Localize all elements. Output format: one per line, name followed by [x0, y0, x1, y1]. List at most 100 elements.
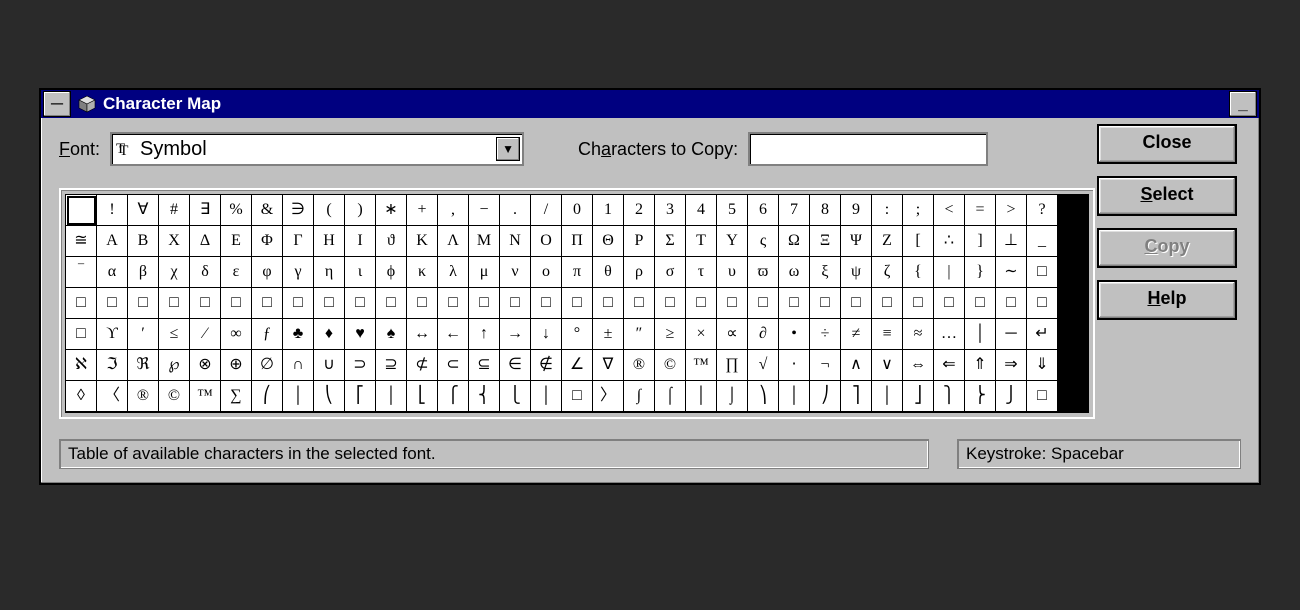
char-cell[interactable]: ⊄	[407, 350, 438, 381]
char-cell[interactable]: ≤	[159, 319, 190, 350]
char-cell[interactable]: □	[872, 288, 903, 319]
char-cell[interactable]: 9	[841, 195, 872, 226]
char-cell[interactable]: ⎤	[841, 381, 872, 412]
char-cell[interactable]: ℵ	[66, 350, 97, 381]
char-cell[interactable]: ∪	[314, 350, 345, 381]
char-cell[interactable]: Ρ	[624, 226, 655, 257]
char-cell[interactable]: |	[934, 257, 965, 288]
char-cell[interactable]: □	[655, 288, 686, 319]
char-cell[interactable]: Ι	[345, 226, 376, 257]
system-menu-button[interactable]: ─	[43, 91, 71, 117]
char-cell[interactable]: □	[996, 288, 1027, 319]
char-cell[interactable]: ⎛	[252, 381, 283, 412]
chars-to-copy-input[interactable]	[748, 132, 988, 166]
char-cell[interactable]: □	[841, 288, 872, 319]
char-cell[interactable]: □	[159, 288, 190, 319]
char-cell[interactable]: {	[903, 257, 934, 288]
char-cell[interactable]: □	[810, 288, 841, 319]
char-cell[interactable]: ↵	[1027, 319, 1058, 350]
char-cell[interactable]: ϕ	[376, 257, 407, 288]
char-cell[interactable]: ⇐	[934, 350, 965, 381]
char-cell[interactable]: ¬	[810, 350, 841, 381]
char-cell[interactable]: >	[996, 195, 1027, 226]
char-cell[interactable]: ×	[686, 319, 717, 350]
char-cell[interactable]: □	[190, 288, 221, 319]
char-cell[interactable]: ™	[190, 381, 221, 412]
char-cell[interactable]: Κ	[407, 226, 438, 257]
char-cell[interactable]: ∇	[593, 350, 624, 381]
char-cell[interactable]: ─	[996, 319, 1027, 350]
char-cell[interactable]: □	[562, 381, 593, 412]
char-cell[interactable]: ⋅	[779, 350, 810, 381]
font-combobox[interactable]: TT Symbol ▼	[110, 132, 524, 166]
char-cell[interactable]: ∈	[500, 350, 531, 381]
char-cell[interactable]: ⇒	[996, 350, 1027, 381]
char-cell[interactable]: □	[531, 288, 562, 319]
char-cell[interactable]: Υ	[717, 226, 748, 257]
char-cell[interactable]: ⎣	[407, 381, 438, 412]
char-cell[interactable]: □	[469, 288, 500, 319]
char-cell[interactable]: Θ	[593, 226, 624, 257]
char-cell[interactable]: ∠	[562, 350, 593, 381]
char-cell[interactable]: □	[934, 288, 965, 319]
char-cell[interactable]: □	[66, 288, 97, 319]
char-cell[interactable]: ο	[531, 257, 562, 288]
char-cell[interactable]: γ	[283, 257, 314, 288]
char-cell[interactable]: 2	[624, 195, 655, 226]
char-cell[interactable]: Ε	[221, 226, 252, 257]
char-cell[interactable]: │	[965, 319, 996, 350]
char-cell[interactable]: ⁄	[190, 319, 221, 350]
char-cell[interactable]: ∨	[872, 350, 903, 381]
char-cell[interactable]: │	[872, 381, 903, 412]
char-cell[interactable]: ϖ	[748, 257, 779, 288]
char-cell[interactable]: /	[531, 195, 562, 226]
char-cell[interactable]: ™	[686, 350, 717, 381]
char-cell[interactable]: ←	[438, 319, 469, 350]
char-cell[interactable]: δ	[190, 257, 221, 288]
char-cell[interactable]: ⊕	[221, 350, 252, 381]
char-cell[interactable]: Π	[562, 226, 593, 257]
char-cell[interactable]: ♥	[345, 319, 376, 350]
char-cell[interactable]: ρ	[624, 257, 655, 288]
char-cell[interactable]: 7	[779, 195, 810, 226]
char-cell[interactable]: ↓	[531, 319, 562, 350]
char-cell[interactable]: Χ	[159, 226, 190, 257]
char-cell[interactable]	[66, 195, 97, 226]
char-cell[interactable]: ,	[438, 195, 469, 226]
char-cell[interactable]: ®	[624, 350, 655, 381]
char-cell[interactable]: Φ	[252, 226, 283, 257]
char-cell[interactable]: □	[128, 288, 159, 319]
char-cell[interactable]: ∴	[934, 226, 965, 257]
char-cell[interactable]: ;	[903, 195, 934, 226]
char-cell[interactable]: □	[1027, 257, 1058, 288]
char-cell[interactable]: ′	[128, 319, 159, 350]
char-cell[interactable]: ⌡	[717, 381, 748, 412]
char-cell[interactable]: ∫	[624, 381, 655, 412]
char-cell[interactable]: ⎦	[903, 381, 934, 412]
char-cell[interactable]: (	[314, 195, 345, 226]
char-cell[interactable]: ⎨	[469, 381, 500, 412]
char-cell[interactable]: ψ	[841, 257, 872, 288]
char-cell[interactable]: ε	[221, 257, 252, 288]
dropdown-button[interactable]: ▼	[496, 137, 520, 161]
char-cell[interactable]: <	[934, 195, 965, 226]
char-cell[interactable]: ∀	[128, 195, 159, 226]
char-cell[interactable]: □	[283, 288, 314, 319]
char-cell[interactable]: ©	[655, 350, 686, 381]
char-cell[interactable]: ℘	[159, 350, 190, 381]
char-cell[interactable]: ∞	[221, 319, 252, 350]
char-cell[interactable]: :	[872, 195, 903, 226]
char-cell[interactable]: ≈	[903, 319, 934, 350]
char-cell[interactable]: Ο	[531, 226, 562, 257]
char-cell[interactable]: !	[97, 195, 128, 226]
char-cell[interactable]: ↑	[469, 319, 500, 350]
char-cell[interactable]: Β	[128, 226, 159, 257]
char-cell[interactable]: □	[66, 319, 97, 350]
char-cell[interactable]: ↔	[407, 319, 438, 350]
char-cell[interactable]: ?	[1027, 195, 1058, 226]
char-cell[interactable]: κ	[407, 257, 438, 288]
char-cell[interactable]: ∼	[996, 257, 1027, 288]
char-cell[interactable]: Σ	[655, 226, 686, 257]
char-cell[interactable]: √	[748, 350, 779, 381]
char-cell[interactable]: ϒ	[97, 319, 128, 350]
